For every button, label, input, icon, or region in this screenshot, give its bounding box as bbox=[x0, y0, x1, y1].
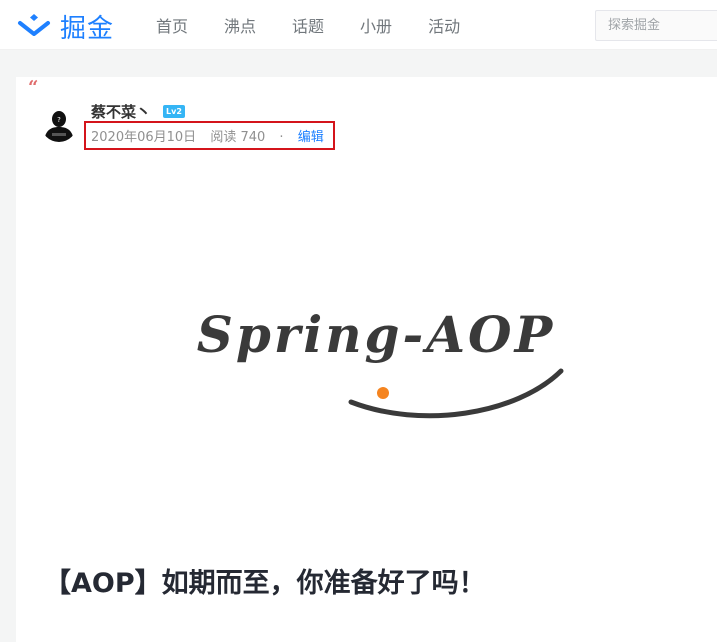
nav-home[interactable]: 首页 bbox=[156, 13, 188, 37]
logo-text: 掘金 bbox=[60, 13, 115, 44]
article-title: 【AOP】如期而至，你准备好了吗！ bbox=[44, 568, 486, 599]
avatar-silhouette-icon: ? bbox=[41, 106, 77, 142]
author-avatar[interactable]: ? bbox=[41, 106, 77, 142]
quote-mark: “ bbox=[28, 77, 39, 98]
logo[interactable]: 掘金 bbox=[16, 9, 115, 44]
top-header: 掘金 首页 沸点 话题 小册 活动 bbox=[0, 0, 717, 50]
edit-link[interactable]: 编辑 bbox=[298, 130, 324, 145]
cover-image: Spring-AOP bbox=[197, 305, 564, 419]
nav-pins[interactable]: 沸点 bbox=[224, 13, 256, 37]
nav-topics[interactable]: 话题 bbox=[292, 13, 324, 37]
article-meta: 2020年06月10日 阅读 740 · 编辑 bbox=[91, 126, 334, 145]
read-count: 阅读 740 bbox=[210, 130, 266, 145]
svg-text:?: ? bbox=[57, 116, 61, 124]
article-card: “ ? 蔡不菜丶 Lv2 2020年06月10日 阅读 740 · 编辑 Spr… bbox=[16, 77, 717, 642]
cover-text: Spring-AOP bbox=[197, 305, 555, 364]
author-name[interactable]: 蔡不菜丶 bbox=[91, 101, 151, 122]
nav-books[interactable]: 小册 bbox=[360, 13, 392, 37]
author-level-badge: Lv2 bbox=[163, 105, 185, 118]
juejin-logo-icon bbox=[18, 14, 50, 36]
meta-separator: · bbox=[279, 130, 284, 145]
cover-dot bbox=[377, 387, 389, 399]
search-input[interactable] bbox=[595, 10, 717, 41]
publish-date: 2020年06月10日 bbox=[91, 130, 197, 145]
main-nav: 首页 沸点 话题 小册 活动 bbox=[156, 0, 496, 50]
nav-events[interactable]: 活动 bbox=[428, 13, 460, 37]
